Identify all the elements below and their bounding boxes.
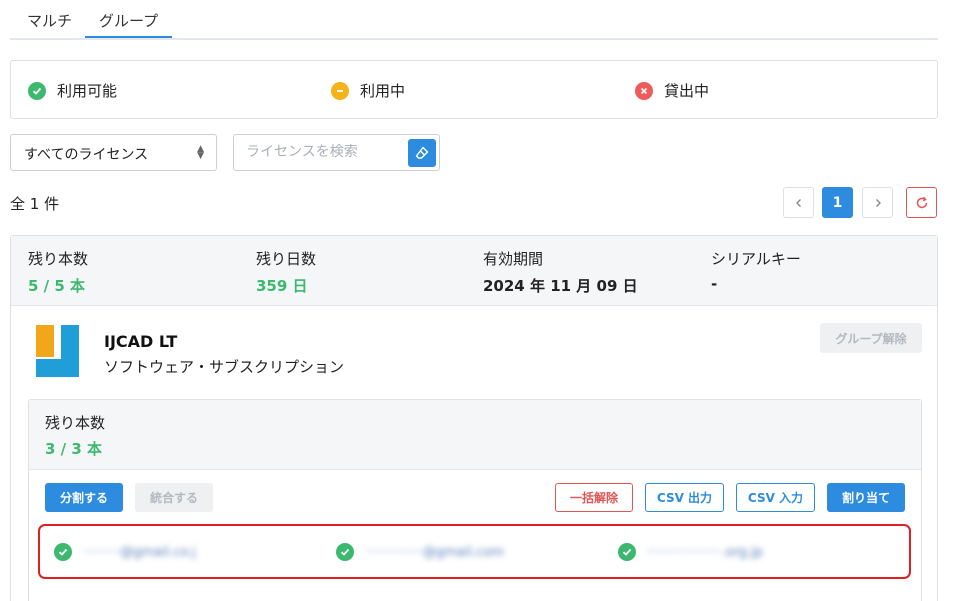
product-subtitle: ソフトウェア・サブスクリプション (104, 358, 345, 376)
tab-multi[interactable]: マルチ (27, 10, 72, 31)
assigned-users-list: ·········@gmail.co.j ··············@gmai… (38, 524, 911, 579)
serial-label: シリアルキー (711, 250, 801, 268)
legend-available: 利用可能 (28, 80, 117, 101)
split-button[interactable]: 分割する (45, 483, 123, 512)
license-filter-select[interactable]: すべてのライセンス ▲ ▼ (10, 134, 217, 171)
license-search-input[interactable] (246, 144, 406, 160)
active-tab-indicator (85, 36, 172, 38)
check-circle-icon (336, 543, 354, 561)
remaining-units: 残り本数 5 / 5 本 (28, 248, 88, 296)
status-legend: 利用可能 利用中 貸出中 (10, 60, 938, 119)
remaining-days-value: 359 日 (256, 277, 308, 295)
serial-value: - (711, 275, 718, 293)
remaining-units-label: 残り本数 (28, 250, 89, 268)
refresh-button[interactable] (906, 187, 937, 218)
group-remaining-value: 3 / 3 本 (45, 440, 103, 458)
assigned-user[interactable]: ··················.org.jp (618, 543, 763, 561)
ungroup-button[interactable]: グループ解除 (820, 323, 922, 353)
validity-value: 2024 年 11 月 09 日 (483, 277, 638, 295)
assigned-user[interactable]: ·········@gmail.co.j (54, 543, 196, 561)
eraser-icon (415, 146, 429, 159)
next-page-button[interactable] (862, 187, 893, 218)
validity-label: 有効期間 (483, 250, 544, 268)
chevron-left-icon (795, 198, 801, 207)
assign-button[interactable]: 割り当て (827, 483, 905, 512)
license-summary: 残り本数 5 / 5 本 残り日数 359 日 有効期間 2024 年 11 月… (11, 236, 937, 306)
remaining-days: 残り日数 359 日 (256, 248, 316, 296)
csv-import-button[interactable]: CSV 入力 (736, 483, 815, 512)
minus-circle-icon (331, 81, 349, 100)
ijcad-logo-icon (36, 325, 79, 377)
license-search (233, 134, 440, 171)
remaining-days-label: 残り日数 (256, 250, 317, 268)
legend-in-use-label: 利用中 (360, 82, 406, 100)
group-summary: 残り本数 3 / 3 本 (29, 400, 921, 470)
product-name: IJCAD LT (104, 332, 178, 351)
license-card: 残り本数 5 / 5 本 残り日数 359 日 有効期間 2024 年 11 月… (10, 235, 938, 601)
chevron-right-icon (875, 198, 881, 207)
remaining-units-value: 5 / 5 本 (28, 277, 86, 295)
x-circle-icon (635, 81, 653, 100)
tab-bar: マルチ グループ (10, 0, 938, 40)
refresh-icon (916, 196, 927, 208)
legend-lent-label: 貸出中 (664, 82, 710, 100)
user-email: ··············@gmail.com (365, 544, 504, 560)
check-circle-icon (618, 543, 636, 561)
clear-search-button[interactable] (408, 139, 436, 167)
chevron-updown-icon: ▲ ▼ (197, 144, 204, 161)
check-circle-icon (54, 543, 72, 561)
page-1-button[interactable]: 1 (822, 187, 853, 218)
check-circle-icon (28, 81, 46, 100)
group-panel: 残り本数 3 / 3 本 分割する 統合する 一括解除 CSV 出力 CSV 入… (28, 399, 922, 601)
user-email: ··················.org.jp (647, 544, 763, 560)
assigned-user[interactable]: ··············@gmail.com (336, 543, 504, 561)
validity-period: 有効期間 2024 年 11 月 09 日 (483, 248, 638, 296)
tab-group[interactable]: グループ (99, 10, 158, 31)
user-email: ·········@gmail.co.j (83, 544, 197, 560)
merge-button[interactable]: 統合する (135, 483, 213, 512)
prev-page-button[interactable] (783, 187, 814, 218)
serial-key: シリアルキー - (711, 248, 801, 293)
bulk-release-button[interactable]: 一括解除 (555, 483, 633, 512)
legend-available-label: 利用可能 (57, 82, 118, 100)
group-remaining-label: 残り本数 (45, 414, 106, 432)
license-filter-value: すべてのライセンス (24, 147, 149, 163)
csv-export-button[interactable]: CSV 出力 (645, 483, 724, 512)
result-count: 全 1 件 (10, 195, 60, 213)
legend-lent: 貸出中 (635, 80, 709, 101)
legend-in-use: 利用中 (331, 80, 405, 101)
